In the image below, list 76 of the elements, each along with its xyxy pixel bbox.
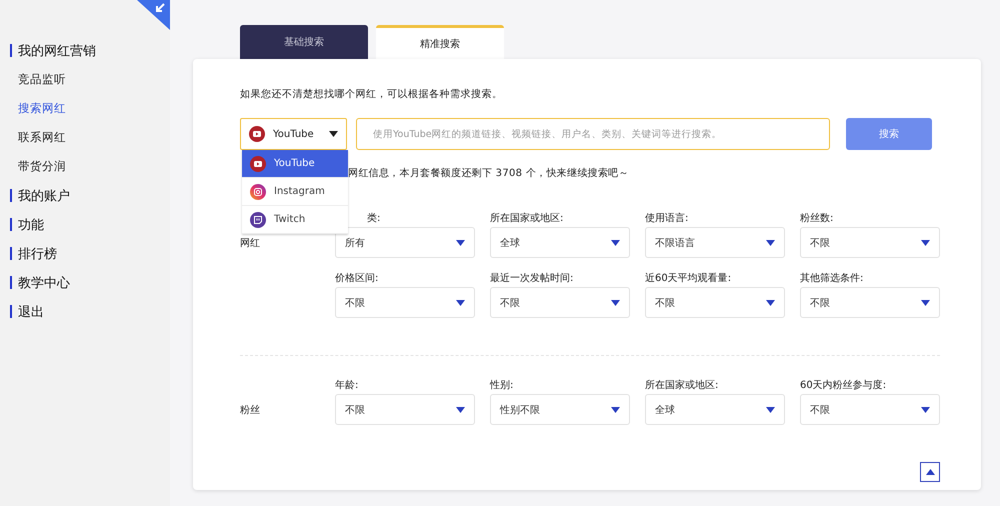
section-label: 排行榜 <box>18 246 57 262</box>
filter-label: 类: <box>366 212 382 226</box>
caret-icon <box>921 240 930 246</box>
caret-icon <box>766 300 775 306</box>
filter-select[interactable]: 不限 <box>800 287 940 318</box>
section-marker <box>10 305 12 318</box>
sidebar-section[interactable]: 我的网红营销 <box>0 36 170 65</box>
collapse-corner-icon[interactable] <box>137 0 170 30</box>
sidebar-item[interactable]: 带货分润 <box>0 152 170 181</box>
play-icon <box>250 156 266 172</box>
caret-icon <box>456 406 465 412</box>
filter-label: 性别: <box>490 378 514 393</box>
section-marker <box>10 44 12 57</box>
platform-option[interactable]: YouTube <box>242 150 348 178</box>
section-label: 退出 <box>18 304 44 320</box>
filter-select[interactable]: 不限语言 <box>645 227 785 258</box>
caret-icon <box>329 131 338 137</box>
section-label: 功能 <box>18 216 44 234</box>
filter-label: 所在国家或地区: <box>645 378 720 393</box>
section-label: 我的网红营销 <box>18 42 96 60</box>
section-marker <box>10 218 12 231</box>
caret-icon <box>921 300 930 306</box>
group-label: 网红 <box>240 237 261 250</box>
caret-icon <box>456 240 465 246</box>
section-label: 教学中心 <box>18 274 70 292</box>
search-tab[interactable]: 基础搜索 <box>240 25 368 59</box>
sidebar-section[interactable]: 我的账户 <box>0 181 170 210</box>
filter-select[interactable]: 不限 <box>645 287 785 318</box>
group-label: 粉丝 <box>240 404 261 417</box>
filter-select[interactable]: 全球 <box>490 227 630 258</box>
filter-select[interactable]: 不限 <box>490 287 630 318</box>
intro-text: 如果您还不清楚想找哪个网红，可以根据各种需求搜索。 <box>240 88 504 101</box>
caret-icon <box>766 406 775 412</box>
platform-option[interactable]: Instagram <box>242 178 348 206</box>
caret-icon <box>456 300 465 306</box>
filter-label: 价格区间: <box>335 272 380 286</box>
chat-icon <box>250 212 266 228</box>
sidebar-section[interactable]: 功能 <box>0 210 170 239</box>
caret-icon <box>926 469 934 475</box>
quota-text: 网红信息，本月套餐额度还剩下 3708 个，快来继续搜索吧～ <box>347 166 630 180</box>
filter-select[interactable]: 所有 <box>335 227 475 258</box>
section-marker <box>10 189 12 202</box>
sidebar-section[interactable]: 退出 <box>0 297 170 326</box>
search-field[interactable]: 使用YouTube网红的频道链接、视频链接、用户名、类别、关键词等进行搜索。 <box>356 118 830 150</box>
filter-label: 所在国家或地区: <box>490 212 564 226</box>
section-marker <box>10 247 12 260</box>
caret-icon <box>611 300 620 306</box>
filter-label: 60天内粉丝参与度: <box>800 378 888 393</box>
platform-option[interactable]: Twitch <box>242 206 348 234</box>
filter-label: 年龄: <box>335 378 360 393</box>
filter-select[interactable]: 不限 <box>335 287 475 318</box>
sidebar-item[interactable]: 竞品监听 <box>0 65 170 94</box>
caret-icon <box>611 406 620 412</box>
scroll-top-button[interactable] <box>920 462 940 482</box>
filter-label: 其他筛选条件: <box>800 272 864 286</box>
sidebar-section[interactable]: 排行榜 <box>0 239 170 268</box>
filter-select[interactable]: 不限 <box>335 394 475 425</box>
camera-icon <box>250 184 266 200</box>
filter-select[interactable]: 性别不限 <box>490 394 630 425</box>
filter-label: 近60天平均观看量: <box>645 272 732 286</box>
sidebar-item[interactable]: 搜索网红 <box>0 94 170 123</box>
filter-label: 使用语言: <box>645 212 690 226</box>
caret-icon <box>766 240 775 246</box>
play-icon <box>249 126 265 142</box>
filter-label: 粉丝数: <box>800 212 834 226</box>
caret-icon <box>611 240 620 246</box>
sidebar-item[interactable]: 联系网红 <box>0 123 170 152</box>
search-tab[interactable]: 精准搜索 <box>376 25 504 59</box>
filter-select[interactable]: 不限 <box>800 394 940 425</box>
filter-select[interactable]: 不限 <box>800 227 940 258</box>
filter-select[interactable]: 全球 <box>645 394 785 425</box>
section-label: 我的账户 <box>18 188 70 204</box>
section-marker <box>10 276 12 289</box>
caret-icon <box>921 406 930 412</box>
sidebar-section[interactable]: 教学中心 <box>0 268 170 297</box>
filter-label: 最近一次发帖时间: <box>490 272 574 286</box>
